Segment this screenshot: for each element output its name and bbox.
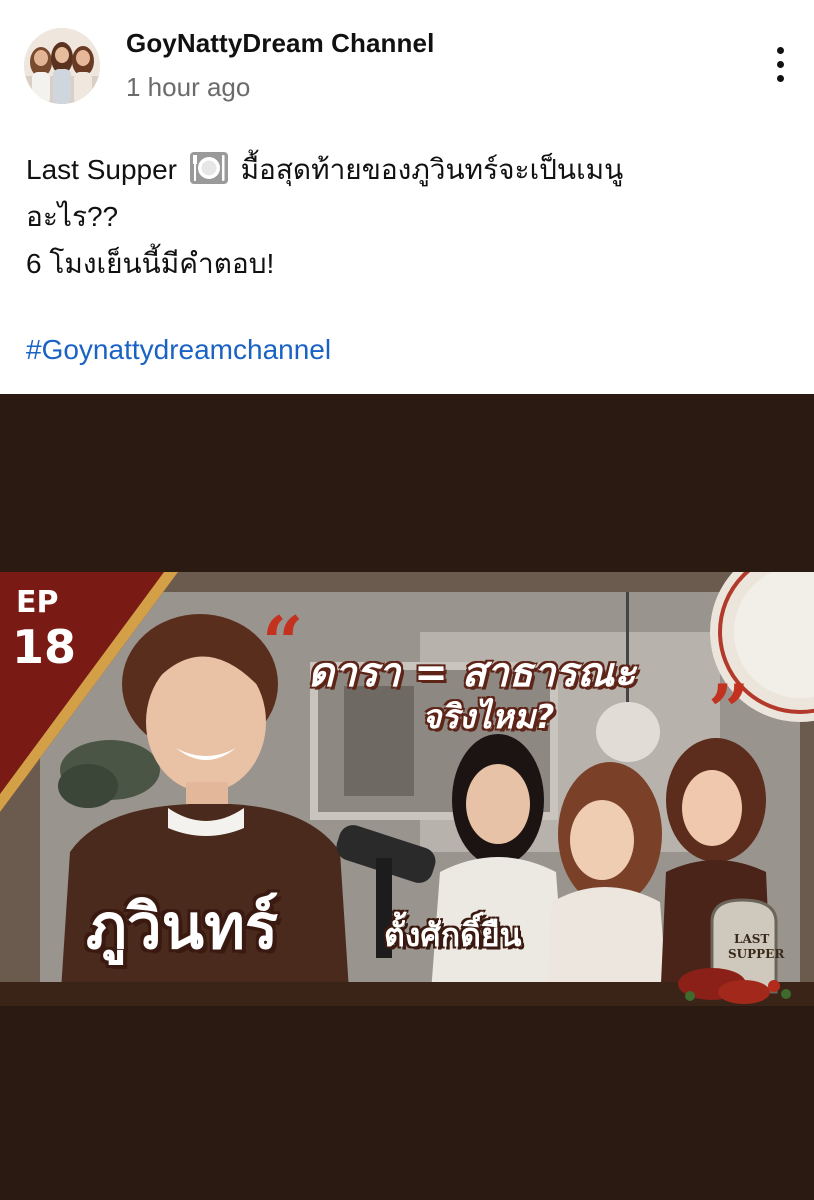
dot bbox=[776, 74, 784, 82]
plate-with-cutlery-icon bbox=[189, 151, 229, 185]
channel-name[interactable]: GoyNattyDream Channel bbox=[126, 28, 434, 59]
post-body: Last Supper มื้อสุดท้ายของภูวินทร์จะเป็น… bbox=[26, 146, 786, 287]
guest-surname: ตั้งศักดิ์ยืน bbox=[384, 916, 522, 954]
episode-number: 18 bbox=[12, 620, 77, 674]
post-text-title: Last Supper bbox=[26, 154, 177, 185]
post-text-line-3: 6 โมงเย็นนี้มีคำตอบ! bbox=[26, 248, 275, 279]
post-media[interactable]: EP 18 “ ดารา = สาธารณะ จริงไหม? ” ภูวินท… bbox=[0, 394, 814, 1200]
guest-name: ภูวินทร์ bbox=[86, 890, 279, 963]
dot bbox=[776, 46, 784, 54]
tombstone-text-line-2: SUPPER bbox=[728, 947, 785, 961]
post-timestamp: 1 hour ago bbox=[126, 72, 251, 102]
post-text-line-1: Last Supper มื้อสุดท้ายของภูวินทร์จะเป็น… bbox=[26, 146, 786, 193]
thumbnail-subheadline: จริงไหม? bbox=[422, 697, 555, 736]
post-text-line-2: อะไร?? bbox=[26, 201, 119, 232]
channel-avatar[interactable] bbox=[24, 28, 100, 104]
hashtag-link[interactable]: #Goynattydreamchannel bbox=[26, 334, 331, 366]
video-thumbnail[interactable]: EP 18 “ ดารา = สาธารณะ จริงไหม? ” ภูวินท… bbox=[0, 572, 814, 1006]
episode-label: EP bbox=[16, 585, 59, 620]
post-header: GoyNattyDream Channel 1 hour ago bbox=[0, 0, 814, 120]
tombstone-text-line-1: LAST bbox=[734, 932, 770, 946]
dot bbox=[776, 60, 784, 68]
post-text-thai-1: มื้อสุดท้ายของภูวินทร์จะเป็นเมนู bbox=[240, 154, 624, 185]
quote-open-mark: “ bbox=[262, 600, 304, 685]
more-options-button[interactable] bbox=[762, 40, 798, 88]
quote-close-mark: ” bbox=[708, 668, 750, 753]
